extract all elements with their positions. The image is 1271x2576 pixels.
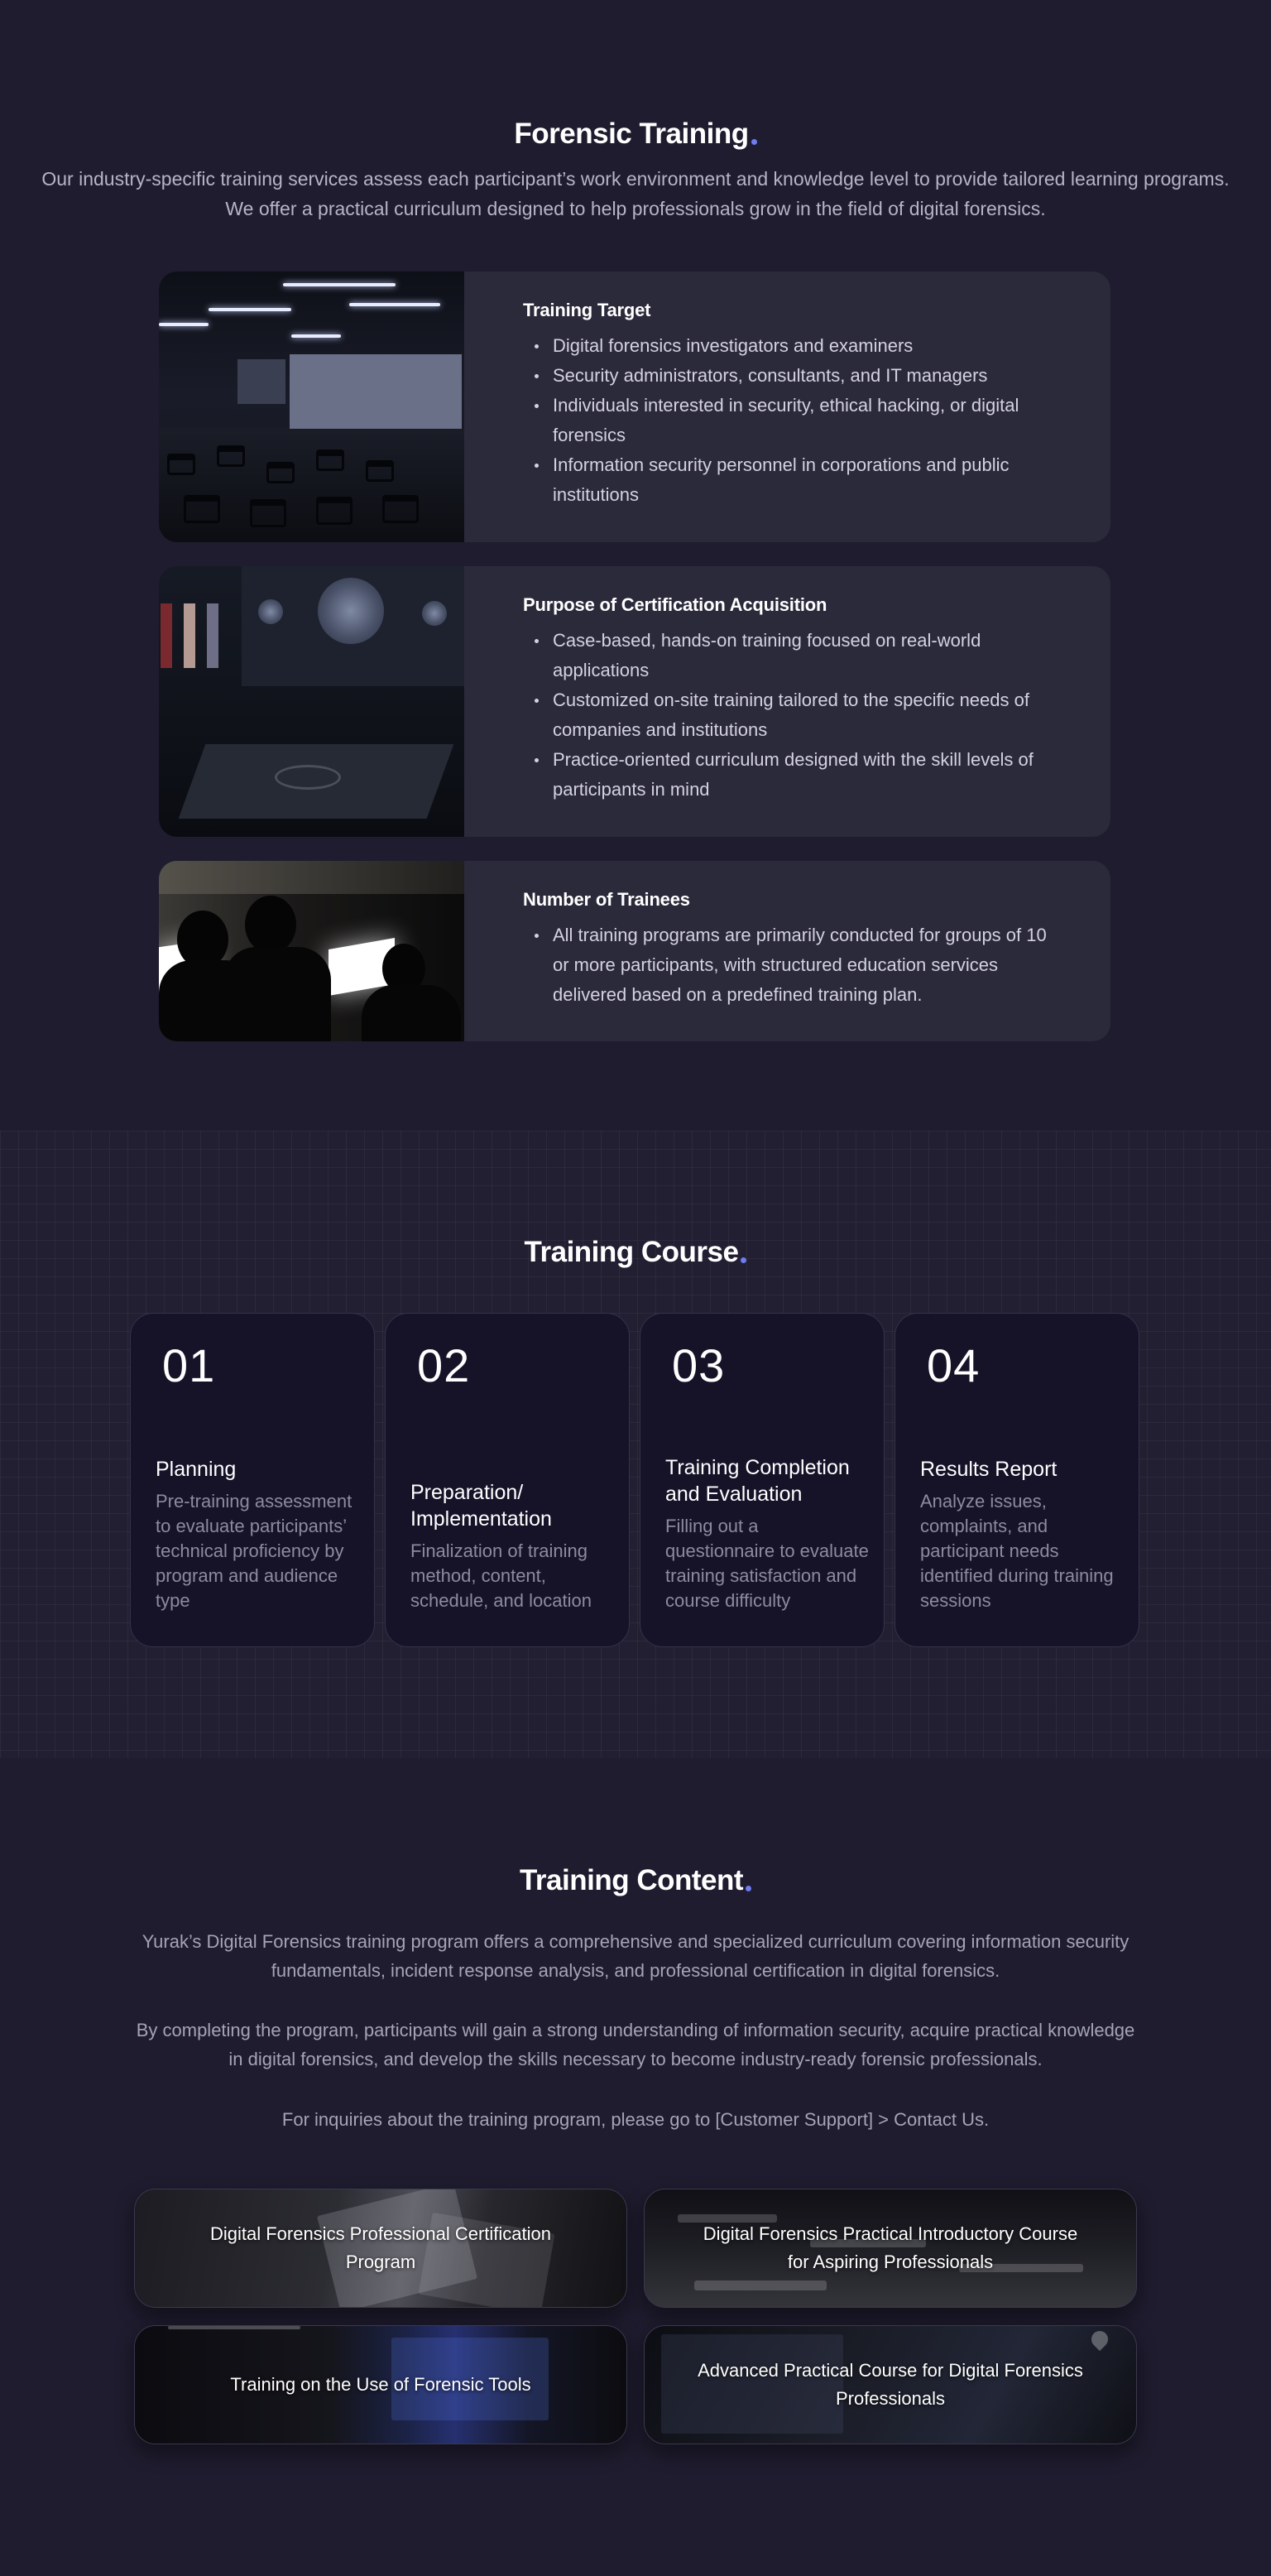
intro-line: Our industry-specific training services … [41,168,1230,190]
certification-purpose-card: Purpose of Certification Acquisition Cas… [159,566,1110,837]
list-item: All training programs are primarily cond… [523,920,1061,1010]
step-number: 01 [162,1339,216,1391]
training-content-section: Training Content Yurak’s Digital Forensi… [0,1758,1271,2576]
step-title: Preparation/ Implementation [410,1481,552,1531]
list-item: Digital forensics investigators and exam… [523,331,1061,361]
step-title: Training Completion and Evaluation [665,1456,850,1506]
training-content-title: Training Content [0,1864,1271,1897]
program-tile-introductory[interactable]: Digital Forensics Practical Introductory… [644,2189,1137,2308]
list-item: Practice-oriented curriculum designed wi… [523,745,1061,805]
title-accent-dot [746,1886,752,1891]
step-description: Pre-training assessment to evaluate part… [156,1491,353,1611]
step-card-completion: 03 Training Completion and Evaluation Fi… [640,1313,885,1647]
inquiry-paragraph: For inquiries about the training program… [281,2109,990,2130]
trainees-card: Number of Trainees All training programs… [159,861,1110,1041]
trainees-photo [159,861,464,1041]
card-heading: Training Target [523,300,651,320]
forensic-training-intro: Our industry-specific training services … [0,164,1271,223]
training-target-card: Training Target Digital forensics invest… [159,272,1110,542]
step-title: Results Report [920,1458,1058,1481]
conference-photo [159,566,464,837]
training-course-section: Training Course 01 Planning Pre-training… [0,1131,1271,1758]
program-tile-label: Training on the Use of Forensic Tools [230,2374,531,2395]
card-list: Digital forensics investigators and exam… [523,331,1061,510]
step-number: 04 [927,1339,981,1391]
forensic-training-title: Forensic Training [0,118,1271,151]
program-tile-label: Digital Forensics Professional Certifica… [209,2223,552,2272]
content-paragraph: By completing the program, participants … [136,2020,1135,2069]
forensic-training-section: Forensic Training Our industry-specific … [0,0,1271,1131]
program-tile-forensic-tools[interactable]: Training on the Use of Forensic Tools [134,2325,627,2444]
list-item: Customized on-site training tailored to … [523,685,1061,745]
program-tile-label: Advanced Practical Course for Digital Fo… [698,2360,1083,2409]
program-tile-certification[interactable]: Digital Forensics Professional Certifica… [134,2189,627,2308]
training-course-title: Training Course [0,1236,1271,1269]
list-item: Security administrators, consultants, an… [523,361,1061,391]
step-description: Filling out a questionnaire to evaluate … [665,1516,869,1611]
card-heading: Number of Trainees [523,889,690,910]
list-item: Individuals interested in security, ethi… [523,391,1061,450]
program-tile-advanced[interactable]: Advanced Practical Course for Digital Fo… [644,2325,1137,2444]
step-description: Finalization of training method, content… [410,1540,592,1611]
card-heading: Purpose of Certification Acquisition [523,594,827,615]
list-item: Case-based, hands-on training focused on… [523,626,1061,685]
intro-line: We offer a practical curriculum designed… [225,198,1046,219]
content-paragraph: Yurak’s Digital Forensics training progr… [141,1931,1130,1981]
card-list: Case-based, hands-on training focused on… [523,626,1061,805]
step-card-preparation: 02 Preparation/ Implementation Finalizat… [385,1313,630,1647]
title-accent-dot [741,1257,747,1263]
title-accent-dot [751,139,757,145]
step-description: Analyze issues, complaints, and particip… [920,1491,1114,1611]
auditorium-photo [159,272,464,542]
step-number: 03 [672,1339,726,1391]
step-title: Planning [156,1458,237,1481]
step-card-results: 04 Results Report Analyze issues, compla… [894,1313,1139,1647]
card-list: All training programs are primarily cond… [523,920,1061,1010]
step-card-planning: 01 Planning Pre-training assessment to e… [130,1313,375,1647]
list-item: Information security personnel in corpor… [523,450,1061,510]
program-tile-label: Digital Forensics Practical Introductory… [703,2223,1078,2272]
step-number: 02 [417,1339,471,1391]
